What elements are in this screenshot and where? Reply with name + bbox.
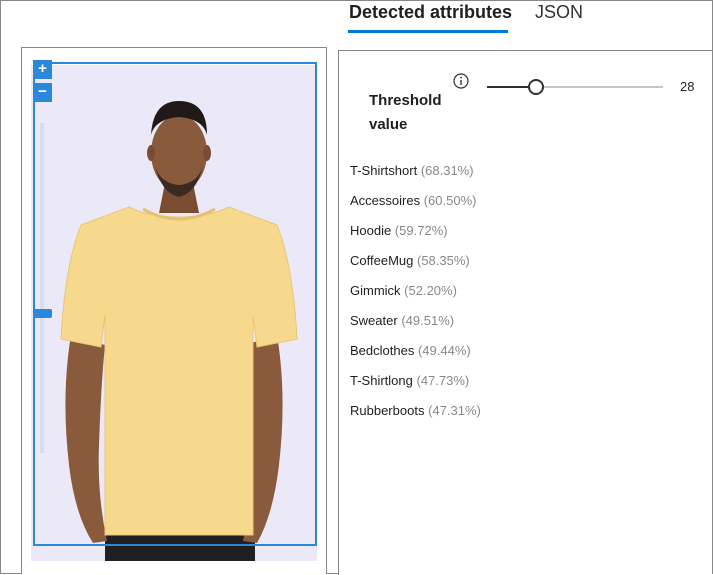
zoom-out-button[interactable]: − — [33, 83, 52, 102]
attribute-item: T-Shirtlong (47.73%) — [350, 373, 481, 403]
zoom-in-button[interactable]: + — [33, 60, 52, 79]
detection-bounding-box — [33, 62, 317, 546]
attribute-name: Rubberboots — [350, 403, 425, 418]
attribute-score: (60.50%) — [423, 193, 477, 208]
info-icon[interactable] — [453, 73, 469, 89]
attribute-item: Rubberboots (47.31%) — [350, 403, 481, 433]
attribute-item: T-Shirtshort (68.31%) — [350, 163, 481, 193]
threshold-label: Threshold value — [369, 92, 442, 133]
threshold-value: 28 — [680, 79, 695, 94]
attribute-score: (58.35%) — [416, 253, 470, 268]
attribute-item: Gimmick (52.20%) — [350, 283, 481, 313]
attribute-name: T-Shirtlong — [350, 373, 413, 388]
threshold-slider-handle[interactable] — [528, 79, 545, 95]
image-viewer-panel: + − — [21, 47, 327, 574]
zoom-slider-track[interactable] — [40, 123, 44, 453]
attribute-item: Bedclothes (49.44%) — [350, 343, 481, 373]
attribute-item: Sweater (49.51%) — [350, 313, 481, 343]
attributes-panel: Threshold value 28 T-Shirtshort (68.31%)… — [338, 50, 712, 575]
attribute-score: (52.20%) — [404, 283, 457, 298]
attribute-name: CoffeeMug — [350, 253, 414, 268]
attribute-name: Bedclothes — [350, 343, 415, 358]
attribute-score: (68.31%) — [420, 163, 474, 178]
attribute-name: Gimmick — [350, 283, 401, 298]
attribute-name: Sweater — [350, 313, 398, 328]
attribute-name: Hoodie — [350, 223, 392, 238]
attribute-list: T-Shirtshort (68.31%) Accessoires (60.50%… — [350, 163, 481, 433]
threshold-slider[interactable] — [487, 79, 663, 95]
active-tab-indicator — [348, 30, 508, 33]
attribute-item: Hoodie (59.72%) — [350, 223, 481, 253]
tab-json[interactable]: JSON — [535, 2, 583, 23]
attribute-item: CoffeeMug (58.35%) — [350, 253, 481, 283]
attribute-score: (49.44%) — [417, 343, 471, 358]
attribute-name: Accessoires — [350, 193, 421, 208]
attribute-score: (47.31%) — [428, 403, 481, 418]
attribute-score: (49.51%) — [401, 313, 455, 328]
attribute-score: (59.72%) — [394, 223, 448, 238]
attribute-item: Accessoires (60.50%) — [350, 193, 481, 223]
tab-detected-attributes[interactable]: Detected attributes — [349, 2, 512, 23]
attribute-score: (47.73%) — [416, 373, 470, 388]
attribute-name: T-Shirtshort — [350, 163, 418, 178]
zoom-slider-handle[interactable] — [33, 309, 52, 318]
